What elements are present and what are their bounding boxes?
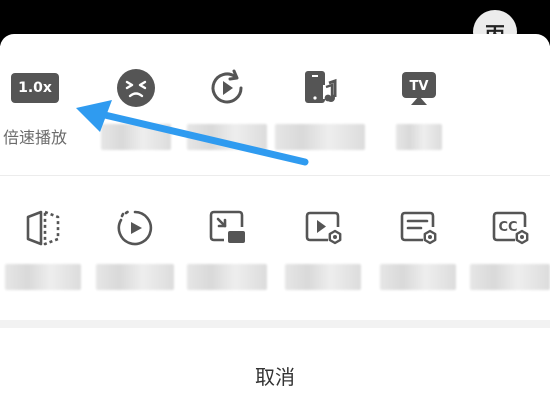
timer-play-option[interactable] xyxy=(89,204,181,290)
subtitle-settings-icon xyxy=(394,204,442,252)
video-settings-option[interactable] xyxy=(277,204,369,290)
blurred-label xyxy=(285,264,361,290)
svg-text:CC: CC xyxy=(498,220,517,235)
speed-option-label: 倍速播放 xyxy=(2,128,67,147)
row-divider xyxy=(0,175,550,176)
section-separator xyxy=(0,320,550,328)
blurred-label xyxy=(101,124,171,150)
blurred-label xyxy=(275,124,365,150)
tv-cast-option[interactable]: TV xyxy=(373,64,465,150)
video-settings-icon xyxy=(299,204,347,252)
speed-1x-icon: 1.0x xyxy=(11,64,59,112)
blurred-label xyxy=(380,264,456,290)
phone-music-icon xyxy=(296,64,344,112)
blurred-label xyxy=(187,124,267,150)
cc-settings-option[interactable]: CC xyxy=(464,204,550,290)
subtitle-settings-option[interactable] xyxy=(372,204,464,290)
cancel-button[interactable]: 取消 xyxy=(0,350,550,400)
pip-option[interactable] xyxy=(181,204,273,290)
dislike-face-icon xyxy=(112,64,160,112)
bottom-sheet: 1.0x 倍速播放 TV CC 取消 xyxy=(0,34,550,400)
auto-replay-icon xyxy=(203,64,251,112)
blurred-label xyxy=(187,264,267,290)
pip-icon xyxy=(203,204,251,252)
dislike-option[interactable] xyxy=(90,64,182,150)
auto-replay-option[interactable] xyxy=(181,64,273,150)
blurred-label xyxy=(96,264,174,290)
timer-play-icon xyxy=(111,204,159,252)
mirror-flip-icon xyxy=(19,204,67,252)
svg-text:TV: TV xyxy=(410,79,429,94)
blurred-label xyxy=(396,124,442,150)
tv-cast-icon: TV xyxy=(395,64,443,112)
options-row-1: 1.0x 倍速播放 TV xyxy=(0,64,550,184)
blurred-label xyxy=(5,264,81,290)
blurred-label xyxy=(470,264,550,290)
mirror-flip-option[interactable] xyxy=(0,204,89,290)
speed-option[interactable]: 1.0x 倍速播放 xyxy=(0,64,81,152)
cc-settings-icon: CC xyxy=(486,204,534,252)
phone-music-option[interactable] xyxy=(274,64,366,150)
